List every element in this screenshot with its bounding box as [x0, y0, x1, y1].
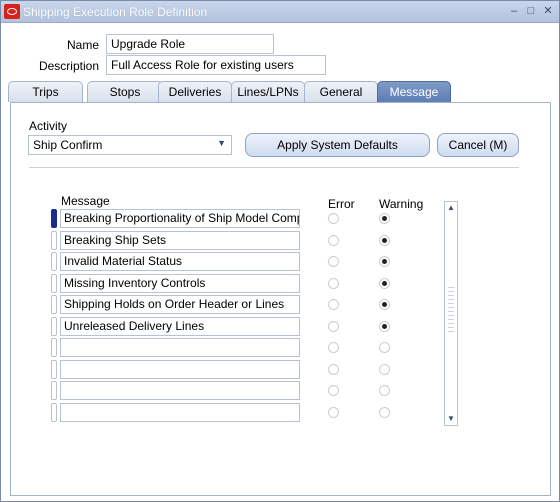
message-column-header: Message [61, 194, 110, 208]
message-cell[interactable]: Breaking Ship Sets [60, 231, 300, 250]
tab-general[interactable]: General [304, 81, 378, 102]
tab-trips[interactable]: Trips [8, 81, 83, 102]
table-scrollbar[interactable]: ▲ ▼ [444, 201, 458, 426]
row-indicator[interactable] [51, 231, 57, 250]
oracle-icon[interactable] [4, 4, 20, 19]
apply-system-defaults-button[interactable]: Apply System Defaults [245, 133, 430, 157]
activity-label: Activity [29, 119, 68, 133]
row-indicator[interactable] [51, 252, 57, 271]
error-radio[interactable] [328, 321, 339, 332]
message-cell[interactable]: Breaking Proportionality of Ship Model C… [60, 209, 300, 228]
warning-radio[interactable] [379, 364, 390, 375]
row-indicator[interactable] [51, 381, 57, 400]
minimize-icon[interactable]: – [507, 4, 521, 18]
error-radio[interactable] [328, 213, 339, 224]
message-cell[interactable] [60, 381, 300, 400]
message-cell[interactable]: Shipping Holds on Order Header or Lines [60, 295, 300, 314]
role-definition-window: Shipping Execution Role Definition – □ ✕… [0, 0, 560, 502]
title-bar[interactable]: Shipping Execution Role Definition – □ ✕ [1, 1, 559, 23]
row-indicator[interactable] [51, 338, 57, 357]
section-divider [29, 167, 519, 168]
activity-value: Ship Confirm [33, 138, 103, 152]
error-column-header: Error [328, 197, 355, 211]
warning-radio[interactable] [379, 385, 390, 396]
message-cell[interactable] [60, 360, 300, 379]
name-field[interactable]: Upgrade Role [106, 34, 274, 54]
row-indicator[interactable] [51, 360, 57, 379]
message-cell[interactable] [60, 338, 300, 357]
description-label: Description [38, 59, 99, 73]
window-title: Shipping Execution Role Definition [23, 5, 208, 19]
tab-stops[interactable]: Stops [87, 81, 163, 102]
error-radio[interactable] [328, 385, 339, 396]
error-radio[interactable] [328, 299, 339, 310]
warning-radio[interactable] [379, 278, 390, 289]
row-indicator[interactable] [51, 317, 57, 336]
message-cell[interactable]: Unreleased Delivery Lines [60, 317, 300, 336]
message-cell[interactable]: Missing Inventory Controls [60, 274, 300, 293]
close-icon[interactable]: ✕ [541, 4, 555, 18]
warning-radio[interactable] [379, 299, 390, 310]
chevron-down-icon[interactable]: ▼ [217, 138, 226, 148]
error-radio[interactable] [328, 235, 339, 246]
error-radio[interactable] [328, 364, 339, 375]
tab-message[interactable]: Message [377, 81, 451, 103]
row-indicator[interactable] [51, 209, 57, 228]
message-cell[interactable] [60, 403, 300, 422]
tab-lines-lpns[interactable]: Lines/LPNs [231, 81, 305, 102]
error-radio[interactable] [328, 256, 339, 267]
message-cell[interactable]: Invalid Material Status [60, 252, 300, 271]
warning-radio[interactable] [379, 213, 390, 224]
row-indicator[interactable] [51, 403, 57, 422]
tab-deliveries[interactable]: Deliveries [158, 81, 232, 102]
error-radio[interactable] [328, 407, 339, 418]
description-field[interactable]: Full Access Role for existing users [106, 55, 326, 75]
warning-radio[interactable] [379, 256, 390, 267]
scroll-thumb[interactable] [448, 284, 454, 332]
name-label: Name [66, 38, 99, 52]
warning-radio[interactable] [379, 407, 390, 418]
activity-select[interactable]: Ship Confirm ▼ [28, 135, 232, 155]
scroll-up-icon[interactable]: ▲ [445, 202, 457, 214]
row-indicator[interactable] [51, 295, 57, 314]
scroll-down-icon[interactable]: ▼ [445, 413, 457, 425]
warning-radio[interactable] [379, 235, 390, 246]
warning-column-header: Warning [379, 197, 424, 211]
cancel-button[interactable]: Cancel (M) [437, 133, 519, 157]
error-radio[interactable] [328, 342, 339, 353]
row-indicator[interactable] [51, 274, 57, 293]
warning-radio[interactable] [379, 342, 390, 353]
maximize-icon[interactable]: □ [524, 4, 538, 18]
warning-radio[interactable] [379, 321, 390, 332]
error-radio[interactable] [328, 278, 339, 289]
